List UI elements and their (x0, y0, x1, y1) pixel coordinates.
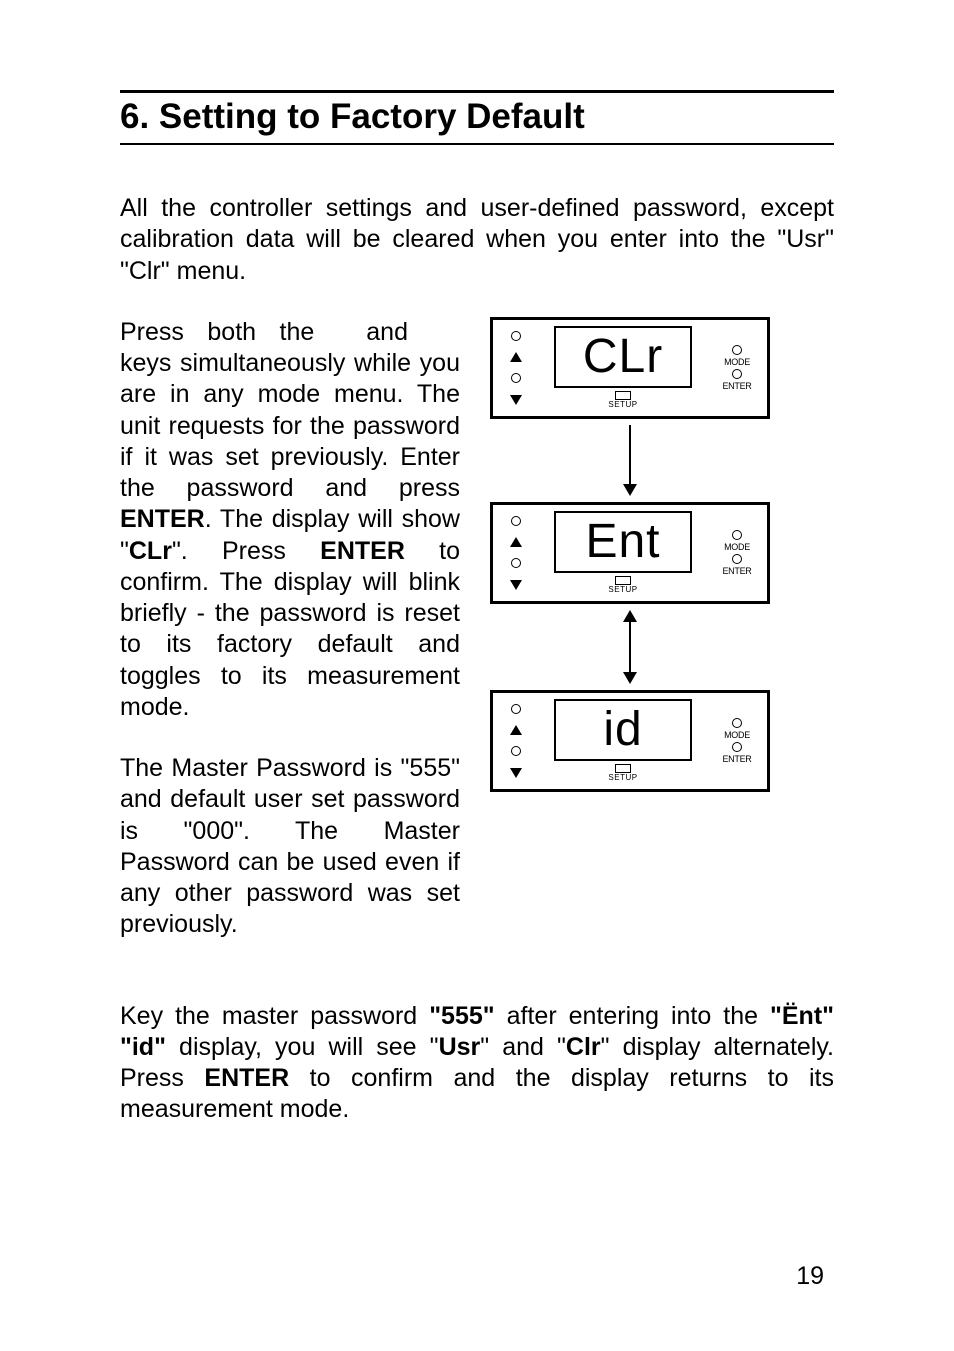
led-icon (732, 554, 742, 564)
text: and (366, 318, 408, 346)
text: Press both the (120, 318, 314, 346)
paragraph-final: Key the master password "555" after ente… (120, 1001, 834, 1126)
paragraph-instructions: Press both the and keys simultaneously whi… (120, 317, 460, 723)
left-indicators (501, 516, 531, 590)
mode-label: MODE (724, 542, 750, 552)
section-heading: 6. Setting to Factory Default (120, 97, 834, 137)
text: keys simultaneously while you are in any… (120, 349, 460, 502)
up-arrow-icon (510, 537, 522, 547)
text-bold: ENTER (120, 505, 205, 533)
mode-label: MODE (724, 357, 750, 367)
text: " and " (480, 1033, 566, 1061)
led-icon (732, 369, 742, 379)
left-indicators (501, 331, 531, 405)
display-box-clr: CLr SETUP MODE ENTER (490, 317, 770, 419)
enter-label: ENTER (722, 381, 751, 391)
up-arrow-icon (510, 725, 522, 735)
display-box-id: id SETUP MODE ENTER (490, 690, 770, 792)
text: Key the master password (120, 1002, 429, 1030)
paragraph-intro: All the controller settings and user-def… (120, 193, 834, 287)
led-icon (511, 746, 521, 756)
text-bold: ENTER (320, 537, 405, 565)
display-box-ent: Ent SETUP MODE ENTER (490, 502, 770, 604)
led-icon (732, 345, 742, 355)
setup-label: SETUP (608, 585, 637, 594)
arrow-double-icon (623, 610, 637, 684)
mode-label: MODE (724, 730, 750, 740)
setup-icon (615, 391, 631, 400)
section-heading-rule: 6. Setting to Factory Default (120, 90, 834, 145)
led-icon (511, 558, 521, 568)
down-arrow-icon (510, 768, 522, 778)
text-bold: CLr (129, 537, 172, 565)
enter-label: ENTER (722, 754, 751, 764)
enter-label: ENTER (722, 566, 751, 576)
led-icon (511, 373, 521, 383)
text-bold: Clr (566, 1033, 601, 1061)
setup-icon (615, 576, 631, 585)
text-bold: "555" (429, 1002, 494, 1030)
paragraph-master-password: The Master Password is "555" and default… (120, 753, 460, 941)
setup-label: SETUP (608, 773, 637, 782)
led-icon (511, 516, 521, 526)
led-icon (511, 331, 521, 341)
segment-display: Ent (554, 511, 692, 573)
down-arrow-icon (510, 395, 522, 405)
text-bold: ENTER (204, 1064, 289, 1092)
segment-display: id (554, 699, 692, 761)
text: ". Press (172, 537, 320, 565)
setup-icon (615, 764, 631, 773)
led-icon (732, 742, 742, 752)
arrow-down-icon (623, 425, 637, 496)
segment-display: CLr (554, 326, 692, 388)
text: display, you will see " (166, 1033, 439, 1061)
page-number: 19 (796, 1262, 824, 1291)
left-indicators (501, 704, 531, 778)
setup-label: SETUP (608, 400, 637, 409)
text: after entering into the (495, 1002, 770, 1030)
up-arrow-icon (510, 352, 522, 362)
led-icon (732, 530, 742, 540)
down-arrow-icon (510, 580, 522, 590)
text-bold: Usr (439, 1033, 481, 1061)
led-icon (511, 704, 521, 714)
display-diagram: CLr SETUP MODE ENTER (485, 317, 775, 792)
led-icon (732, 718, 742, 728)
